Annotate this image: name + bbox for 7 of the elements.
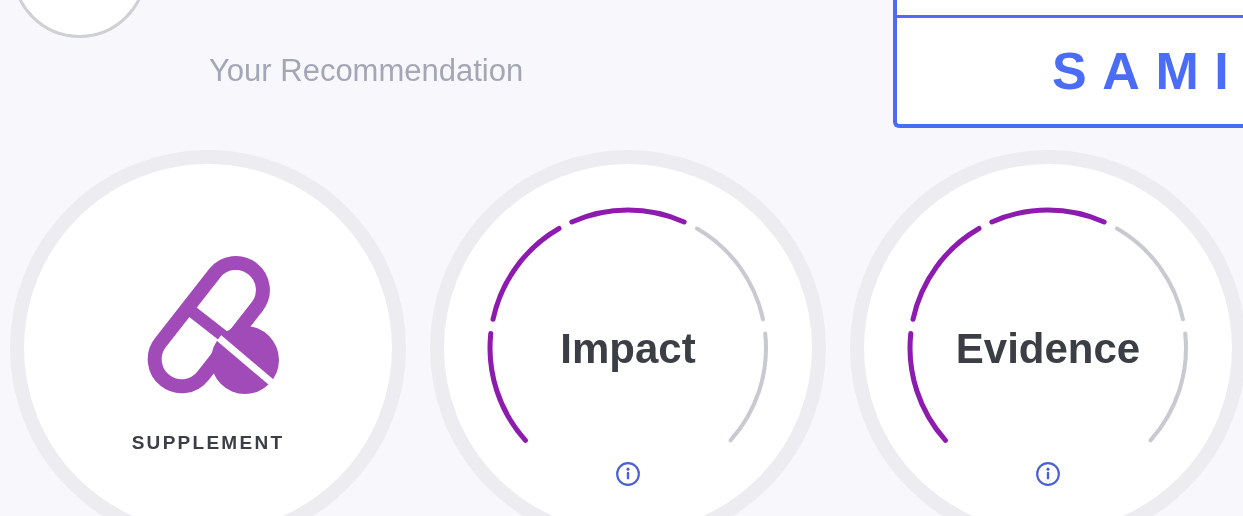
subtitle: Your Recommendation	[209, 52, 524, 88]
action-button[interactable]: SAMI	[897, 18, 1243, 124]
info-icon[interactable]	[1035, 461, 1061, 487]
gauge-label: Impact	[560, 323, 696, 374]
category-label: SUPPLEMENT	[131, 431, 285, 456]
gauge-label: Evidence	[955, 323, 1141, 374]
info-icon[interactable]	[615, 461, 641, 487]
